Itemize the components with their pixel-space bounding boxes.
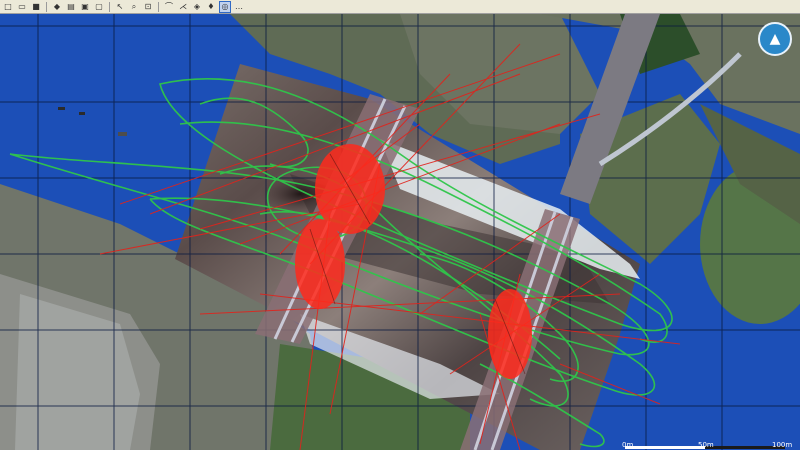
north-arrow-glyph: ▲ [769, 31, 781, 47]
zoom-extent-icon[interactable]: ⊡ [142, 1, 154, 13]
ruler-icon[interactable]: ⋌ [177, 1, 189, 13]
scale-bar-segment-1 [625, 446, 705, 449]
map-canvas[interactable]: ▲ 0m 50m 100m [0, 14, 800, 450]
target-icon[interactable]: ◎ [219, 0, 231, 13]
marker-icon[interactable]: ♦ [205, 1, 217, 13]
map-svg[interactable] [0, 14, 800, 450]
open-folder-icon[interactable]: ▭ [16, 1, 28, 13]
toolbar-separator [109, 1, 110, 12]
save-icon[interactable]: ■ [30, 1, 42, 13]
scale-bar: 0m 50m 100m [0, 440, 800, 450]
toolbar-separator [46, 1, 47, 12]
scale-label-100: 100m [772, 441, 793, 449]
copy-icon[interactable]: ▢ [93, 1, 105, 13]
scale-label-0: 0m [622, 441, 634, 449]
new-document-icon[interactable]: □ [2, 1, 14, 13]
main-toolbar: □ ▭ ■ ◆ ▤ ▣ ▢ ↖ ⌕ ⊡ ⌒ ⋌ ◈ ♦ ◎… [0, 0, 800, 14]
north-arrow-icon[interactable]: ▲ [758, 22, 792, 56]
layer-toggle-icon[interactable]: ◈ [191, 1, 203, 13]
export-icon[interactable]: ▣ [79, 1, 91, 13]
settings-icon[interactable]: … [233, 1, 245, 13]
layers-icon[interactable]: ◆ [51, 1, 63, 13]
scale-label-50: 50m [698, 441, 714, 449]
print-icon[interactable]: ▤ [65, 1, 77, 13]
zoom-icon[interactable]: ⌕ [128, 1, 140, 13]
measure-icon[interactable]: ⌒ [163, 1, 175, 13]
pointer-icon[interactable]: ↖ [114, 1, 126, 13]
scale-bar-svg [625, 446, 785, 449]
toolbar-separator [158, 1, 159, 12]
